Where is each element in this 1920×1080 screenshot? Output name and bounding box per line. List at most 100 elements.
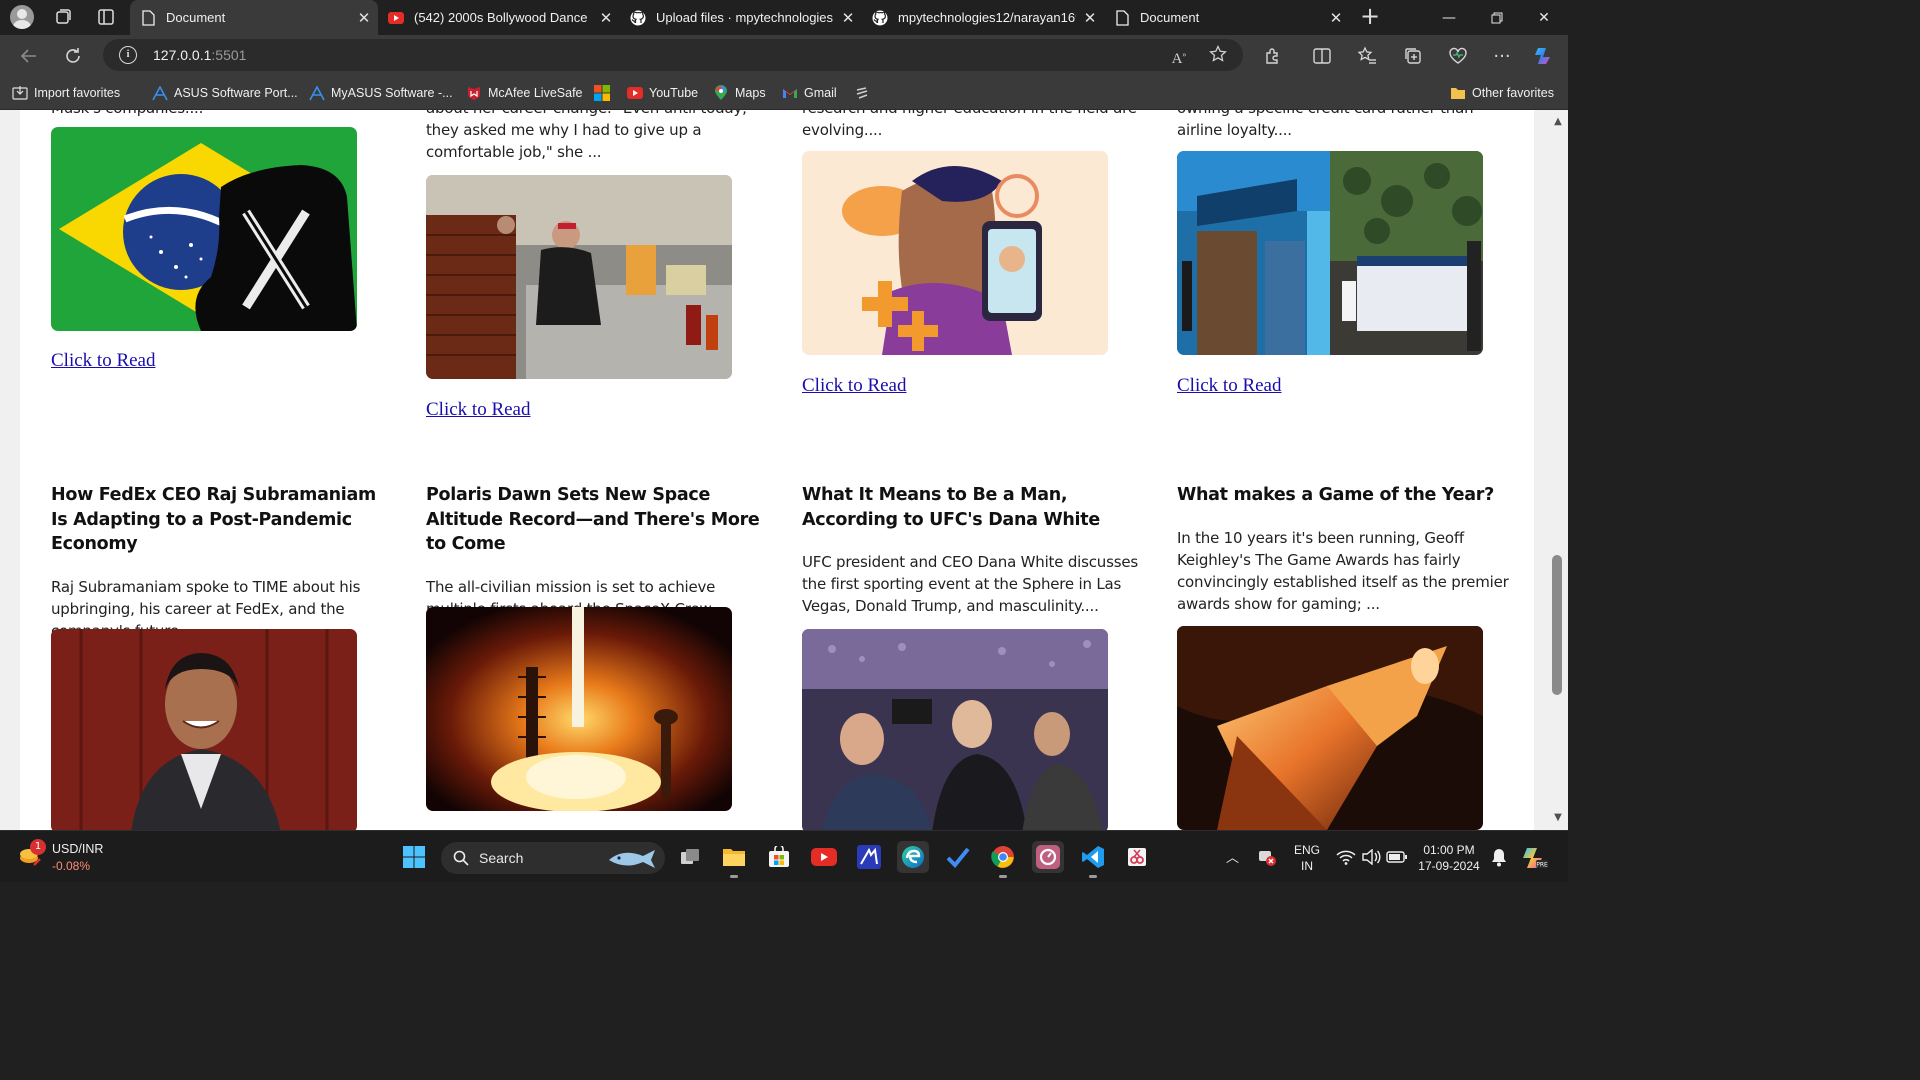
address-bar[interactable]: i 127.0.0.1:5501 A» (103, 39, 1243, 71)
volume-icon[interactable] (1361, 848, 1381, 866)
article-image-ceo-portrait[interactable] (51, 629, 357, 830)
click-to-read-link[interactable]: Click to Read (802, 375, 906, 397)
copilot-icon[interactable] (1532, 44, 1556, 68)
close-tab-icon[interactable]: ✕ (350, 9, 378, 27)
extensions-icon[interactable] (1261, 44, 1285, 68)
close-tab-icon[interactable]: ✕ (834, 9, 862, 27)
vertical-tabs-icon[interactable] (95, 6, 117, 28)
fav-mcafee-livesafe[interactable]: McAfee LiveSafe (466, 83, 583, 103)
copilot-taskbar-icon[interactable]: PRE (1520, 845, 1548, 871)
tab-document-active[interactable]: Document ✕ (130, 0, 378, 35)
article-title[interactable]: What It Means to Be a Man, According to … (802, 483, 1147, 532)
fav-label: ASUS Software Port... (174, 86, 298, 100)
close-tab-icon[interactable]: ✕ (1076, 9, 1104, 27)
tab-github-upload[interactable]: Upload files · mpytechnologies12 ✕ (620, 0, 862, 35)
article-image-game-awards-statue[interactable] (1177, 626, 1483, 830)
close-tab-icon[interactable]: ✕ (1322, 9, 1350, 27)
widget-title[interactable]: USD/INR (52, 841, 103, 857)
taskbar-search-box[interactable]: Search (441, 842, 665, 874)
scrollbar-thumb[interactable] (1552, 555, 1562, 695)
clock-time: 01:00 PM (1423, 843, 1475, 857)
svg-text:PRE: PRE (1536, 862, 1548, 869)
fav-other-favorites-folder[interactable]: Other favorites (1450, 83, 1554, 103)
restore-icon[interactable] (1474, 0, 1520, 35)
fav-other-site[interactable] (854, 83, 876, 103)
click-to-read-link[interactable]: Click to Read (1177, 375, 1281, 397)
article-card: owning a specific credit card rather tha… (1177, 110, 1522, 141)
collections-icon[interactable] (1401, 44, 1425, 68)
article-description: In the 10 years it's been running, Geoff… (1177, 528, 1509, 613)
click-to-read-link[interactable]: Click to Read (426, 399, 530, 421)
youtube-app-icon[interactable] (808, 841, 840, 873)
article-image-telehealth[interactable] (802, 151, 1108, 355)
article-image-rocket-launch[interactable] (426, 607, 732, 811)
page-scrollbar[interactable]: ▲ ▼ (1548, 110, 1568, 830)
article-image-sapphire-lounge[interactable] (1177, 151, 1483, 355)
start-button-windows-icon[interactable] (398, 841, 430, 873)
back-arrow-icon[interactable] (16, 43, 42, 69)
tab-document[interactable]: Document ✕ (1104, 0, 1350, 35)
edge-browser-icon[interactable] (897, 841, 929, 873)
split-screen-icon[interactable] (1310, 44, 1334, 68)
fav-asus-software-portal[interactable]: ASUS Software Port... (152, 83, 298, 103)
snipping-tool-icon[interactable] (1121, 841, 1153, 873)
workspaces-icon[interactable] (52, 6, 74, 28)
wifi-icon[interactable] (1336, 849, 1356, 865)
new-tab-plus-icon[interactable]: + (1358, 4, 1382, 29)
tab-github-repo[interactable]: mpytechnologies12/narayan1691 ✕ (862, 0, 1104, 35)
fav-myasus-software[interactable]: MyASUS Software -... (309, 83, 453, 103)
article-title[interactable]: Polaris Dawn Sets New Space Altitude Rec… (426, 483, 771, 557)
fav-gmail[interactable]: Gmail (782, 83, 837, 103)
stylized-app-icon[interactable] (853, 841, 885, 873)
article-card: research and higher education in the fie… (802, 110, 1147, 141)
article-image-ufc-crowd[interactable] (802, 629, 1108, 830)
url-port: :5501 (211, 47, 247, 63)
scroll-up-arrow-icon[interactable]: ▲ (1552, 116, 1564, 128)
tab-youtube[interactable]: (542) 2000s Bollywood Dance Hits ✕ (378, 0, 620, 35)
fav-label: YouTube (649, 86, 699, 100)
favorites-list-icon[interactable] (1355, 44, 1379, 68)
youtube-icon (388, 10, 404, 26)
minimize-icon[interactable]: — (1426, 0, 1472, 35)
browser-essentials-heart-icon[interactable] (1446, 44, 1470, 68)
article-card: What makes a Game of the Year? In the 10… (1177, 483, 1522, 615)
article-card: How FedEx CEO Raj Subramaniam Is Adaptin… (51, 483, 396, 642)
youtube-icon (627, 85, 643, 101)
todo-checkmark-icon[interactable] (942, 841, 974, 873)
url-text[interactable]: 127.0.0.1:5501 (153, 47, 246, 63)
chrome-icon[interactable] (987, 841, 1019, 878)
show-hidden-icons-chevron-up-icon[interactable]: ︿ (1226, 847, 1244, 866)
article-card: about her career change. "Even until tod… (426, 110, 771, 163)
vscode-icon[interactable] (1077, 841, 1109, 878)
refresh-icon[interactable] (60, 43, 86, 69)
battery-icon[interactable] (1386, 849, 1408, 865)
microsoft-logo-icon (594, 85, 610, 101)
recording-app-icon[interactable] (1032, 841, 1064, 873)
file-explorer-icon[interactable] (718, 841, 750, 878)
favorite-star-icon[interactable] (1208, 44, 1228, 65)
security-alert-icon[interactable] (1257, 847, 1277, 867)
more-options-icon[interactable]: ··· (1490, 44, 1514, 68)
read-aloud-icon[interactable]: A» (1169, 45, 1189, 67)
notification-bell-icon[interactable] (1490, 847, 1508, 867)
language-indicator[interactable]: ENG IN (1288, 842, 1326, 874)
article-title[interactable]: What makes a Game of the Year? (1177, 483, 1522, 508)
currency-widget-icon[interactable]: 1 (18, 839, 46, 869)
click-to-read-link[interactable]: Click to Read (51, 350, 155, 372)
close-tab-icon[interactable]: ✕ (592, 9, 620, 27)
site-info-icon[interactable]: i (119, 46, 137, 64)
fav-maps[interactable]: Maps (713, 83, 766, 103)
close-window-icon[interactable]: ✕ (1521, 0, 1567, 35)
task-view-icon[interactable] (674, 841, 706, 873)
microsoft-store-icon[interactable] (763, 841, 795, 873)
fav-import-favorites[interactable]: Import favorites (12, 83, 120, 103)
article-title[interactable]: How FedEx CEO Raj Subramaniam Is Adaptin… (51, 483, 396, 557)
clock[interactable]: 01:00 PM 17-09-2024 (1412, 842, 1486, 874)
article-image-kitchen[interactable] (426, 175, 732, 379)
profile-avatar-icon[interactable] (10, 5, 34, 29)
scroll-down-arrow-icon[interactable]: ▼ (1552, 812, 1564, 824)
article-image-brazil-x[interactable] (51, 127, 357, 331)
fav-youtube[interactable]: YouTube (627, 83, 698, 103)
maps-pin-icon (713, 85, 729, 101)
fav-microsoft[interactable] (594, 83, 616, 103)
